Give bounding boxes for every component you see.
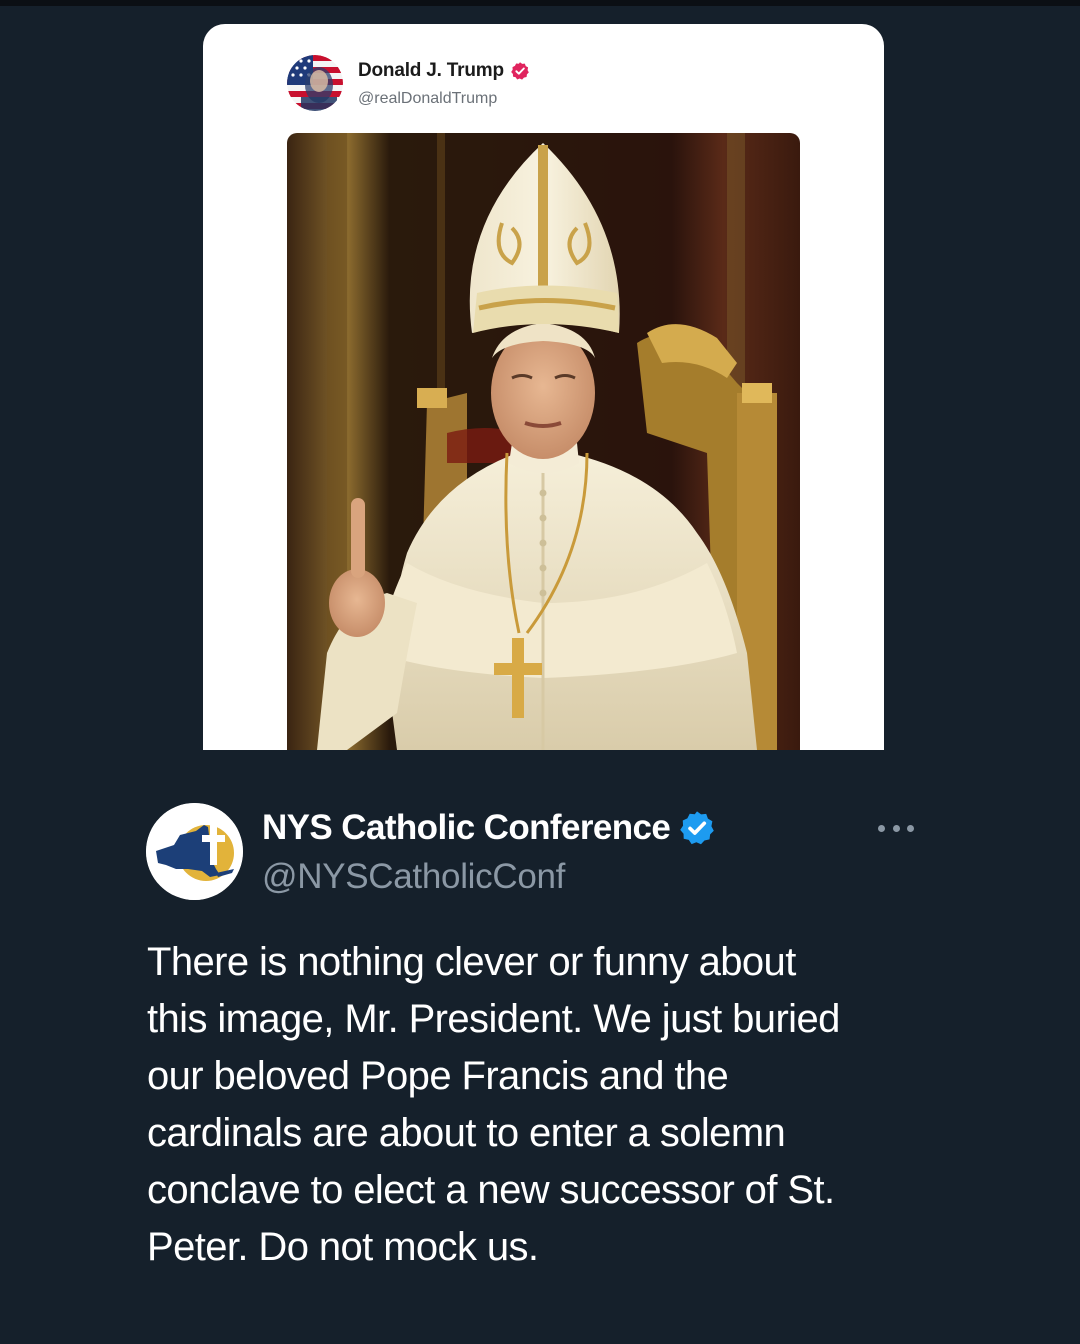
embedded-post-screenshot: Donald J. Trump @realDonaldTrump <box>203 24 884 750</box>
flag-portrait-avatar-icon <box>287 55 343 111</box>
tweet-text-line: cardinals are about to enter a solemn <box>147 1111 786 1155</box>
embedded-author-header: Donald J. Trump <box>358 60 530 82</box>
verified-badge-icon <box>680 811 715 845</box>
tweet-author-header: NYS Catholic Conference <box>262 808 716 848</box>
embedded-author-handle[interactable]: @realDonaldTrump <box>358 90 497 108</box>
more-dot-3 <box>907 824 914 832</box>
top-edge-strip <box>0 0 1080 6</box>
more-options-icon[interactable] <box>874 818 918 838</box>
tweet-author-handle[interactable]: @NYSCatholicConf <box>262 857 565 897</box>
tweet-text-line: conclave to elect a new successor of St. <box>147 1168 835 1212</box>
tweet-author-name[interactable]: NYS Catholic Conference <box>262 808 671 848</box>
tweet-text: There is nothing clever or funny about t… <box>147 934 967 1276</box>
ny-state-cross-logo-icon <box>146 803 243 900</box>
verified-badge-icon <box>511 62 529 80</box>
embedded-author-avatar <box>287 55 343 111</box>
nys-catholic-avatar[interactable] <box>146 803 243 900</box>
pope-portrait-illustration <box>287 133 800 750</box>
pope-portrait-image[interactable] <box>287 133 800 750</box>
more-dot-2 <box>892 824 900 832</box>
tweet-text-line: There is nothing clever or funny about <box>147 940 796 984</box>
embedded-author-name[interactable]: Donald J. Trump <box>358 60 504 82</box>
tweet-text-line: our beloved Pope Francis and the <box>147 1054 729 1098</box>
tweet-text-line: this image, Mr. President. We just burie… <box>147 997 840 1041</box>
tweet-text-line: Peter. Do not mock us. <box>147 1225 539 1269</box>
more-dot-1 <box>878 824 885 832</box>
